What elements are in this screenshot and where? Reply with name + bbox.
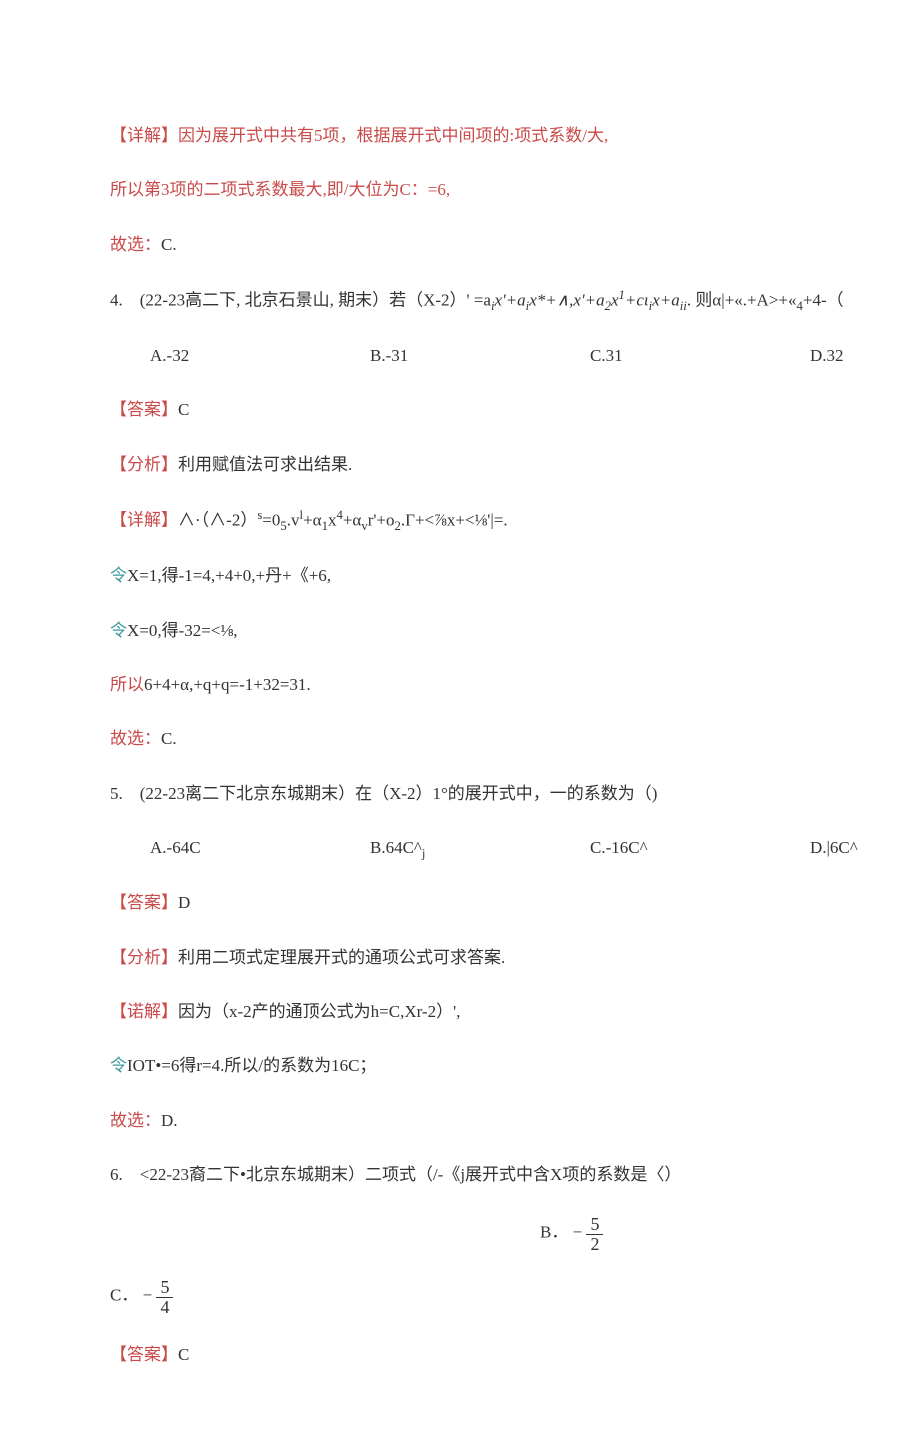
choose-value: C. — [161, 235, 177, 254]
q5-opt-d: D.|6C^ — [810, 832, 920, 866]
q4-stem-exp: ' =a — [467, 291, 491, 310]
q4-opt-a: A.-32 — [150, 340, 370, 372]
q5-stem: 5. (22-23离二下北京东城期末）在（X-2）1°的展开式中，一的系数为（) — [110, 778, 920, 810]
q5-opt-b: B.64C^j — [370, 832, 590, 866]
q4-analysis: 【分析】利用赋值法可求出结果. — [110, 449, 920, 481]
q6-opt-c: C． − 5 4 — [110, 1276, 920, 1317]
q5-analysis: 【分析】利用二项式定理展开式的通项公式可求答案. — [110, 942, 920, 974]
sub2-pre: 令 — [110, 621, 127, 640]
answer-label: 【答案】 — [110, 893, 178, 912]
q5-options: A.-64C B.64C^j C.-16C^ D.|6C^ — [110, 832, 920, 866]
detail-label: 【详解】 — [110, 126, 178, 145]
detail-label: 【详解】 — [110, 511, 178, 530]
q4-stem-tail: . 则α|+«.+A>+« — [687, 291, 797, 310]
q4-stem-rest: x'+a — [495, 291, 526, 310]
q4-stem-rest3: x — [611, 291, 619, 310]
detail-text: ∧·（∧-2） — [178, 511, 257, 530]
q4-opt-d: D.32 — [810, 340, 920, 372]
q4-sub-ii: ii — [680, 299, 687, 313]
fraction-icon: 5 4 — [156, 1276, 173, 1317]
q6-optB-neg: − — [573, 1222, 583, 1241]
frac-den: 2 — [586, 1235, 603, 1254]
frac-num: 5 — [156, 1278, 173, 1298]
q5-opt-c: C.-16C^ — [590, 832, 810, 866]
q6-stem: 6. <22-23裔二下•北京东城期末）二项式（/-《j展开式中含X项的系数是〈… — [110, 1159, 920, 1191]
q4-sub2: 令X=0,得-32=<⅛, — [110, 615, 920, 647]
choose-label: 故选： — [110, 729, 161, 748]
q5-opt-b-text: B.64C^ — [370, 838, 422, 857]
q6-optB-prefix: B． — [540, 1222, 568, 1241]
detail-text8: .Γ+<⅞x+<⅛'|=. — [401, 511, 508, 530]
fraction-icon: 5 2 — [586, 1213, 603, 1254]
q6-answer: 【答案】C — [110, 1339, 920, 1371]
answer-label: 【答案】 — [110, 400, 178, 419]
detail-text2: =0 — [262, 511, 280, 530]
sub1-text: X=1,得-1=4,+4+0,+丹+《+6, — [127, 566, 331, 585]
q3-choose: 故选：C. — [110, 229, 920, 261]
detail-text7: r'+o — [368, 511, 395, 530]
q5-opt-a: A.-64C — [150, 832, 370, 866]
q3-detail: 【详解】因为展开式中共有5项，根据展开式中间项的:项式系数/大, — [110, 120, 920, 152]
q5-opt-b-sub: j — [422, 846, 426, 860]
answer-value: D — [178, 893, 190, 912]
sub2-text: X=0,得-32=<⅛, — [127, 621, 237, 640]
detail-text: 因为（x-2产的通顶公式为h=C,Xr-2）', — [178, 1002, 460, 1021]
analysis-text: 利用赋值法可求出结果. — [178, 455, 352, 474]
q4-opt-c: C.31 — [590, 340, 810, 372]
sub-pre: 令 — [110, 1056, 127, 1075]
choose-label: 故选： — [110, 1111, 161, 1130]
q4-stem-rest4: +cι — [625, 291, 649, 310]
choose-value: D. — [161, 1111, 178, 1130]
q5-sub: 令IOT•=6得r=4.所以/的系数为16C； — [110, 1050, 920, 1082]
q5-answer: 【答案】D — [110, 887, 920, 919]
frac-num: 5 — [586, 1215, 603, 1235]
detail-label: 【诺解】 — [110, 1002, 178, 1021]
choose-label: 故选： — [110, 235, 161, 254]
sub1-pre: 令 — [110, 566, 127, 585]
so-pre: 所以 — [110, 675, 144, 694]
q4-opt-b: B.-31 — [370, 340, 590, 372]
answer-value: C — [178, 1345, 189, 1364]
answer-label: 【答案】 — [110, 1345, 178, 1364]
q4-so: 所以6+4+α,+q+q=-1+32=31. — [110, 669, 920, 701]
detail-text4: +α — [303, 511, 322, 530]
q6-optC-neg: − — [143, 1285, 153, 1304]
q4-detail: 【详解】∧·（∧-2）s=05.vl+α1x4+αvr'+o2.Γ+<⅞x+<⅛… — [110, 503, 920, 538]
q5-choose: 故选：D. — [110, 1105, 920, 1137]
q4-answer: 【答案】C — [110, 394, 920, 426]
choose-value: C. — [161, 729, 177, 748]
q4-options: A.-32 B.-31 C.31 D.32 — [110, 340, 920, 372]
detail-text3: .v — [287, 511, 300, 530]
detail-text6: +α — [343, 511, 362, 530]
analysis-label: 【分析】 — [110, 455, 178, 474]
q4-choose: 故选：C. — [110, 723, 920, 755]
q4-stem-tail2: +4-（ — [803, 291, 844, 310]
answer-value: C — [178, 400, 189, 419]
q5-detail: 【诺解】因为（x-2产的通顶公式为h=C,Xr-2）', — [110, 996, 920, 1028]
so-text: 6+4+α,+q+q=-1+32=31. — [144, 675, 311, 694]
detail-text: 因为展开式中共有5项，根据展开式中间项的:项式系数/大, — [178, 126, 608, 145]
q4-sub1: 令X=1,得-1=4,+4+0,+丹+《+6, — [110, 560, 920, 592]
q4-stem: 4. (22-23高二下, 北京石景山, 期末）若（X-2）' =aix'+ai… — [110, 283, 920, 318]
sub-text: IOT•=6得r=4.所以/的系数为16C； — [127, 1056, 376, 1075]
q3-line2: 所以第3项的二项式系数最大,即/大位为C：=6, — [110, 174, 920, 206]
q6-opt-b: B． − 5 2 — [110, 1213, 920, 1254]
analysis-text: 利用二项式定理展开式的通项公式可求答案. — [178, 948, 505, 967]
q4-stem-prefix: 4. (22-23高二下, 北京石景山, 期末）若（X-2） — [110, 291, 467, 310]
q6-optC-prefix: C． — [110, 1285, 138, 1304]
analysis-label: 【分析】 — [110, 948, 178, 967]
q4-stem-rest2: x*+∧,x'+a — [529, 291, 604, 310]
q4-stem-rest5: x+a — [652, 291, 680, 310]
